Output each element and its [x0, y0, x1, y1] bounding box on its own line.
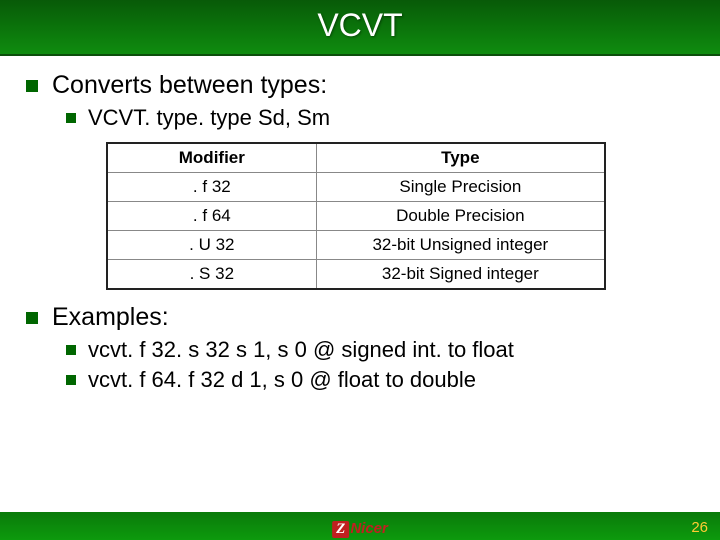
example-item: vcvt. f 64. f 32 d 1, s 0 @ float to dou…: [66, 366, 694, 394]
footer-logo: ZNicer: [332, 520, 388, 538]
section1-heading: Converts between types:: [52, 70, 327, 100]
square-bullet-icon: [66, 375, 76, 385]
section1-sub: VCVT. type. type Sd, Sm: [88, 104, 330, 132]
slide-content: Converts between types: VCVT. type. type…: [0, 56, 720, 394]
bullet-level0: Examples:: [26, 302, 694, 332]
table-cell-modifier: . U 32: [107, 231, 316, 260]
slide-footer: ZNicer 26: [0, 512, 720, 540]
table-row: . f 64Double Precision: [107, 202, 605, 231]
logo-rest: Nicer: [350, 520, 388, 537]
section2-heading: Examples:: [52, 302, 169, 332]
table-row: . f 32Single Precision: [107, 173, 605, 202]
table-cell-type: Double Precision: [316, 202, 605, 231]
table-cell-modifier: . S 32: [107, 260, 316, 290]
slide-title: VCVT: [0, 0, 720, 56]
logo-z: Z: [332, 521, 349, 538]
table-cell-type: 32-bit Signed integer: [316, 260, 605, 290]
table-cell-type: 32-bit Unsigned integer: [316, 231, 605, 260]
square-bullet-icon: [66, 113, 76, 123]
bullet-level0: Converts between types:: [26, 70, 694, 100]
table-cell-type: Single Precision: [316, 173, 605, 202]
bullet-level1: VCVT. type. type Sd, Sm: [66, 104, 694, 132]
square-bullet-icon: [26, 80, 38, 92]
modifier-table: Modifier Type . f 32Single Precision. f …: [106, 142, 606, 290]
table-cell-modifier: . f 32: [107, 173, 316, 202]
table-header-type: Type: [316, 143, 605, 173]
example-text: vcvt. f 32. s 32 s 1, s 0 @ signed int. …: [88, 336, 514, 364]
table-row: . S 3232-bit Signed integer: [107, 260, 605, 290]
table-row: . U 3232-bit Unsigned integer: [107, 231, 605, 260]
page-number: 26: [691, 519, 708, 536]
example-item: vcvt. f 32. s 32 s 1, s 0 @ signed int. …: [66, 336, 694, 364]
square-bullet-icon: [66, 345, 76, 355]
table-header-modifier: Modifier: [107, 143, 316, 173]
table-cell-modifier: . f 64: [107, 202, 316, 231]
square-bullet-icon: [26, 312, 38, 324]
example-text: vcvt. f 64. f 32 d 1, s 0 @ float to dou…: [88, 366, 476, 394]
